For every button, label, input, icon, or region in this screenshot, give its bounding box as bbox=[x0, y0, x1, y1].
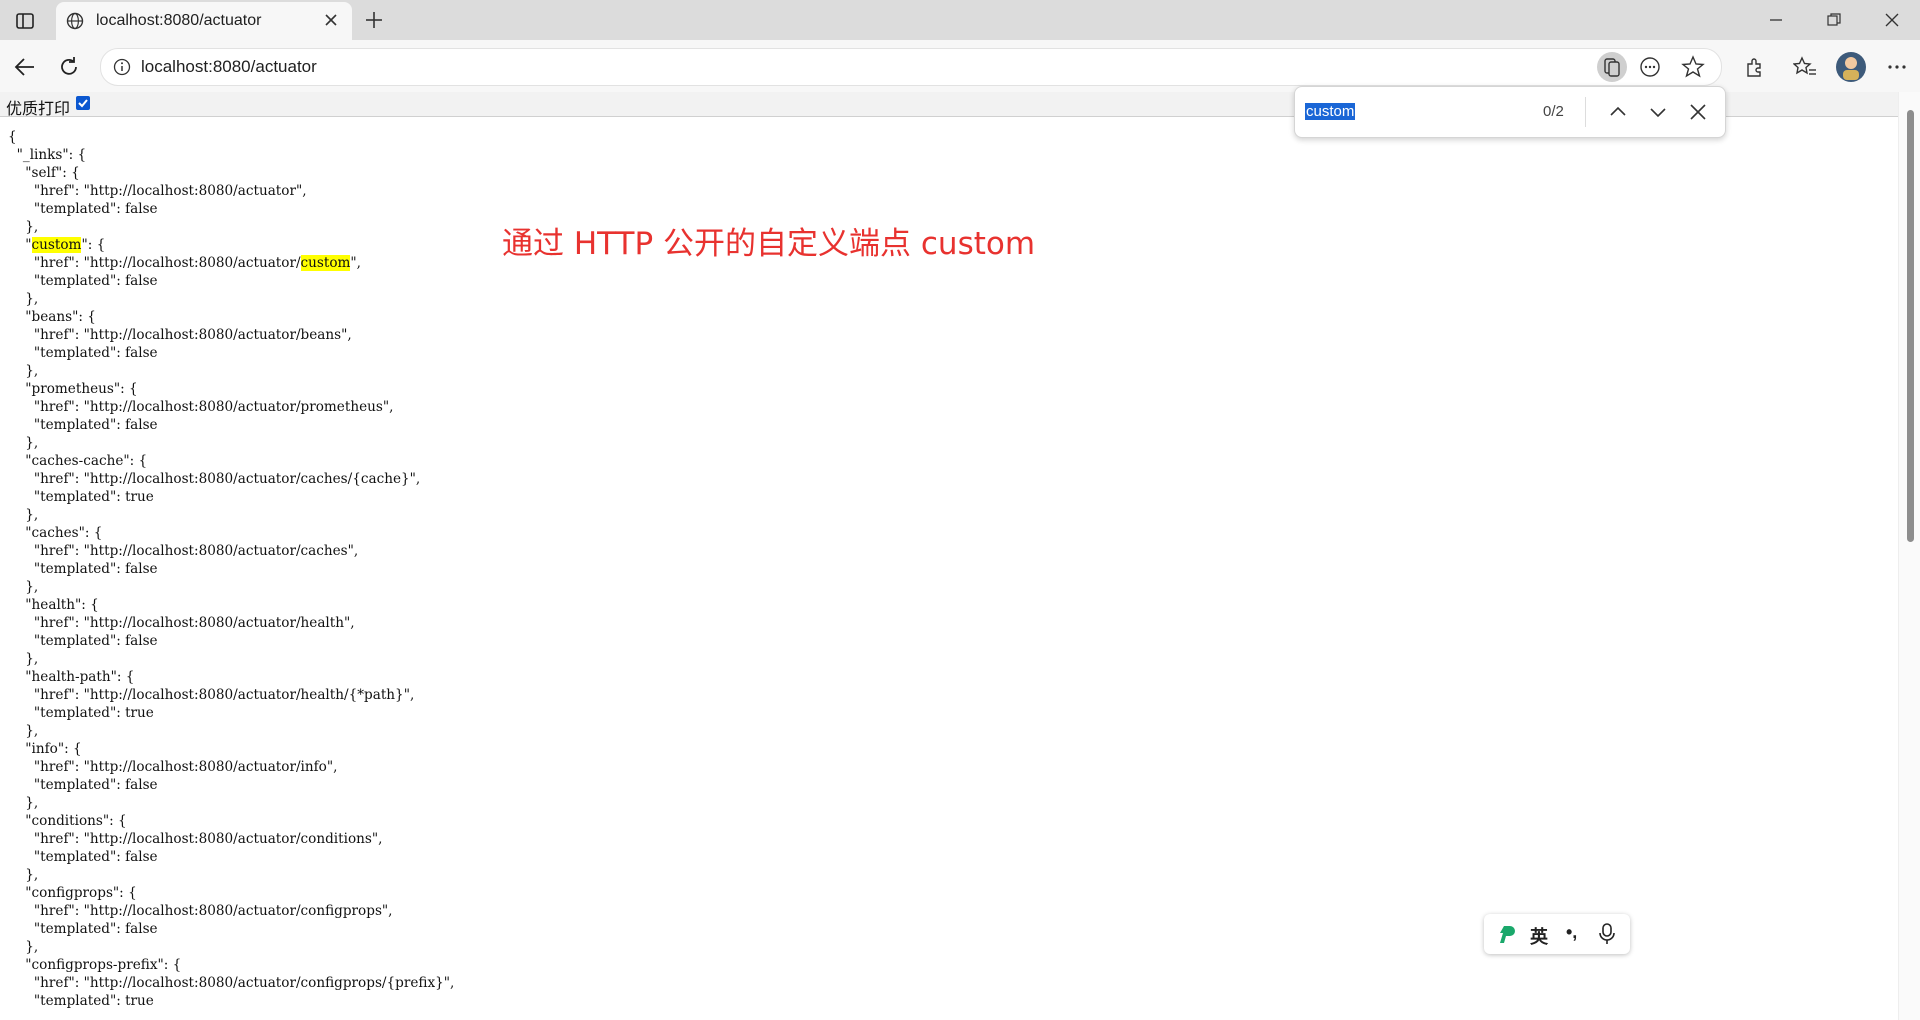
globe-icon bbox=[66, 12, 84, 35]
ime-logo-icon[interactable] bbox=[1496, 923, 1518, 950]
plus-icon[interactable] bbox=[362, 8, 386, 32]
json-line: "configprops": { bbox=[8, 885, 137, 901]
json-line: }, bbox=[8, 435, 39, 451]
close-icon[interactable] bbox=[322, 11, 340, 34]
extensions-icon[interactable] bbox=[1742, 54, 1768, 80]
json-line: "href": "http://localhost:8080/actuator/… bbox=[8, 471, 421, 487]
json-line: "self": { bbox=[8, 165, 80, 181]
json-line: "href": "http://localhost:8080/actuator/… bbox=[8, 255, 361, 271]
json-line: "caches": { bbox=[8, 525, 103, 541]
search-highlight: custom bbox=[31, 237, 82, 253]
json-line: }, bbox=[8, 219, 39, 235]
json-line: "href": "http://localhost:8080/actuator/… bbox=[8, 399, 394, 415]
json-line: "caches-cache": { bbox=[8, 453, 148, 469]
search-highlight: custom bbox=[300, 255, 351, 271]
annotation-text: 通过 HTTP 公开的自定义端点 custom bbox=[502, 226, 1036, 262]
json-line: }, bbox=[8, 507, 39, 523]
json-line: "templated": false bbox=[8, 345, 158, 361]
json-line: "templated": true bbox=[8, 705, 154, 721]
json-line: "custom": { bbox=[8, 237, 106, 253]
restore-icon[interactable] bbox=[1822, 8, 1846, 32]
chevron-down-icon[interactable] bbox=[1647, 101, 1669, 128]
sidebar-icon[interactable] bbox=[14, 10, 36, 32]
json-line: "href": "http://localhost:8080/actuator/… bbox=[8, 687, 415, 703]
print-label: 优质打印 bbox=[6, 101, 71, 118]
json-line: "href": "http://localhost:8080/actuator"… bbox=[8, 183, 307, 199]
avatar[interactable] bbox=[1836, 52, 1866, 82]
address-bar[interactable]: localhost:8080/actuator bbox=[100, 48, 1722, 86]
json-line: "href": "http://localhost:8080/actuator/… bbox=[8, 543, 359, 559]
json-line: }, bbox=[8, 867, 39, 883]
json-line: { bbox=[8, 129, 17, 145]
address-text[interactable]: localhost:8080/actuator bbox=[141, 57, 317, 77]
info-icon[interactable] bbox=[113, 58, 131, 81]
json-line: "templated": false bbox=[8, 273, 158, 289]
find-count: 0/2 bbox=[1543, 103, 1564, 120]
json-line: "beans": { bbox=[8, 309, 96, 325]
ime-language[interactable]: 英 bbox=[1530, 923, 1548, 949]
json-line: "href": "http://localhost:8080/actuator/… bbox=[8, 903, 393, 919]
tab-actuator[interactable]: localhost:8080/actuator bbox=[56, 2, 352, 40]
tab-bar: localhost:8080/actuator bbox=[0, 0, 1920, 40]
minimize-icon[interactable] bbox=[1764, 8, 1788, 32]
read-aloud-icon[interactable] bbox=[1597, 52, 1627, 82]
json-line: "templated": false bbox=[8, 561, 158, 577]
refresh-icon[interactable] bbox=[56, 54, 82, 80]
mic-icon[interactable] bbox=[1598, 923, 1616, 950]
chevron-up-icon[interactable] bbox=[1607, 101, 1629, 128]
window-close-icon[interactable] bbox=[1880, 8, 1904, 32]
favorites-icon[interactable] bbox=[1792, 54, 1818, 80]
json-line: "info": { bbox=[8, 741, 82, 757]
json-line: "_links": { bbox=[8, 147, 87, 163]
json-line: }, bbox=[8, 651, 39, 667]
json-line: }, bbox=[8, 723, 39, 739]
json-line: "configprops-prefix": { bbox=[8, 957, 182, 973]
json-line: "conditions": { bbox=[8, 813, 127, 829]
star-icon[interactable] bbox=[1681, 55, 1705, 84]
json-line: "health-path": { bbox=[8, 669, 135, 685]
ime-toolbar: 英 •, bbox=[1484, 914, 1630, 954]
ime-punctuation[interactable]: •, bbox=[1566, 922, 1577, 943]
json-line: "href": "http://localhost:8080/actuator/… bbox=[8, 759, 338, 775]
menu-icon[interactable] bbox=[1884, 54, 1910, 80]
json-line: "href": "http://localhost:8080/actuator/… bbox=[8, 615, 355, 631]
json-line: "templated": false bbox=[8, 417, 158, 433]
json-line: "href": "http://localhost:8080/actuator/… bbox=[8, 831, 383, 847]
back-icon[interactable] bbox=[12, 54, 38, 80]
toolbar: localhost:8080/actuator bbox=[0, 40, 1920, 92]
find-input[interactable]: custom bbox=[1305, 103, 1356, 120]
tab-title: localhost:8080/actuator bbox=[96, 12, 262, 29]
find-bar: custom 0/2 bbox=[1294, 86, 1726, 138]
json-line: "href": "http://localhost:8080/actuator/… bbox=[8, 327, 352, 343]
close-icon[interactable] bbox=[1687, 101, 1709, 128]
json-line: "templated": false bbox=[8, 633, 158, 649]
json-line: "templated": false bbox=[8, 849, 158, 865]
json-line: "templated": false bbox=[8, 201, 158, 217]
json-line: }, bbox=[8, 363, 39, 379]
json-line: }, bbox=[8, 939, 39, 955]
json-line: }, bbox=[8, 291, 39, 307]
json-line: }, bbox=[8, 795, 39, 811]
json-line: "templated": true bbox=[8, 993, 154, 1009]
more-circle-icon[interactable] bbox=[1639, 56, 1661, 83]
json-line: "health": { bbox=[8, 597, 99, 613]
find-divider bbox=[1585, 97, 1586, 127]
scrollbar-thumb[interactable] bbox=[1907, 110, 1914, 542]
json-line: "templated": true bbox=[8, 489, 154, 505]
print-checkbox[interactable] bbox=[76, 96, 90, 110]
json-line: "templated": false bbox=[8, 921, 158, 937]
json-line: }, bbox=[8, 579, 39, 595]
json-line: "prometheus": { bbox=[8, 381, 138, 397]
json-line: "templated": false bbox=[8, 777, 158, 793]
scrollbar[interactable] bbox=[1898, 92, 1920, 1020]
json-body: { "_links": { "self": { "href": "http://… bbox=[8, 128, 454, 1010]
json-line: "href": "http://localhost:8080/actuator/… bbox=[8, 975, 455, 991]
